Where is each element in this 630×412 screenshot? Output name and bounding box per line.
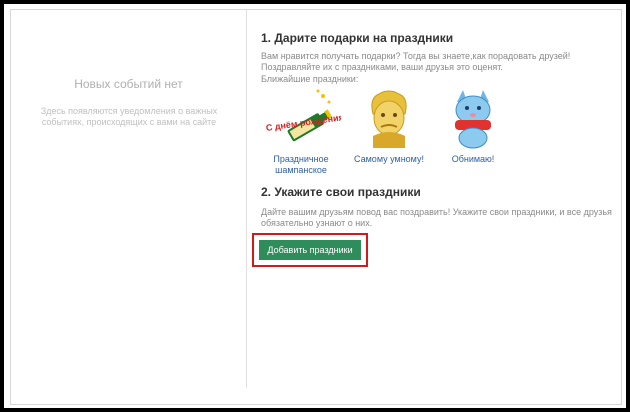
screenshot-frame: Новых событий нет Здесь появляются уведо…: [0, 0, 630, 412]
gift-card-smartest[interactable]: Самому умному!: [349, 88, 429, 165]
champagne-icon[interactable]: С днём рождения!: [261, 88, 341, 150]
holidays-panel: 1. Дарите подарки на праздники Вам нрави…: [252, 10, 616, 404]
section2-title: 2. Укажите свои праздники: [261, 185, 421, 199]
no-events-title: Новых событий нет: [74, 77, 183, 91]
highlight-box: Добавить праздники: [252, 233, 368, 267]
no-events-description: Здесь появляются уведомления о важных со…: [40, 106, 218, 127]
gift-label[interactable]: Самому умному!: [349, 154, 429, 165]
section1-title: 1. Дарите подарки на праздники: [261, 31, 454, 45]
einstein-icon[interactable]: [349, 88, 429, 150]
add-holidays-button[interactable]: Добавить праздники: [259, 240, 361, 260]
section1-subtitle: Ближайшие праздники:: [261, 74, 359, 84]
gift-card-hug[interactable]: Обнимаю!: [433, 88, 513, 165]
events-panel: Новых событий нет Здесь появляются уведо…: [10, 9, 622, 405]
gift-label[interactable]: Праздничное шампанское: [261, 154, 341, 176]
gift-card-champagne[interactable]: С днём рождения! Праздничное шампанское: [261, 88, 341, 176]
section2-text: Дайте вашим друзьям повод вас поздравить…: [261, 207, 612, 228]
blue-cat-icon[interactable]: [433, 88, 513, 150]
section1-text: Вам нравится получать подарки? Тогда вы …: [261, 51, 571, 72]
notifications-panel: Новых событий нет Здесь появляются уведо…: [11, 10, 247, 388]
gift-label[interactable]: Обнимаю!: [433, 154, 513, 165]
